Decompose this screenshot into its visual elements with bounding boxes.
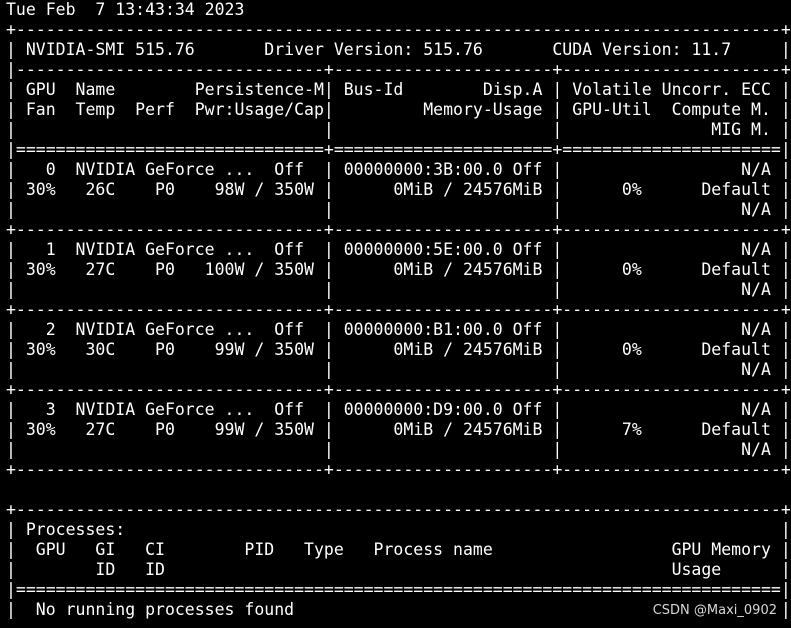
- gpu-1-row: | 1 NVIDIA GeForce ... Off | 00000000:5E…: [6, 240, 791, 259]
- gpu-2-row: | | | N/A |: [6, 360, 791, 379]
- terminal-text: Tue Feb 7 13:43:34 2023 +----------------…: [6, 0, 791, 620]
- header-separator: |===============================+=======…: [6, 140, 791, 159]
- timestamp-line: Tue Feb 7 13:43:34 2023: [6, 0, 245, 19]
- column-header-line: | | | MIG M. |: [6, 120, 791, 139]
- gpu-0-row: | 0 NVIDIA GeForce ... Off | 00000000:3B…: [6, 160, 791, 179]
- gpu-1-row: | 30% 27C P0 100W / 350W | 0MiB / 24576M…: [6, 260, 791, 279]
- table-separator: +-------------------------------+-------…: [6, 300, 791, 319]
- table-border: +---------------------------------------…: [6, 20, 791, 39]
- table-separator: +-------------------------------+-------…: [6, 220, 791, 239]
- gpu-3-row: | 30% 27C P0 99W / 350W | 0MiB / 24576Mi…: [6, 420, 791, 439]
- column-header-line: | GPU Name Persistence-M| Bus-Id Disp.A …: [6, 80, 791, 99]
- column-header-line: | Fan Temp Perf Pwr:Usage/Cap| Memory-Us…: [6, 100, 791, 119]
- processes-header: | GPU GI CI PID Type Process name GPU Me…: [6, 540, 791, 559]
- gpu-2-row: | 30% 30C P0 99W / 350W | 0MiB / 24576Mi…: [6, 340, 791, 359]
- gpu-3-row: | 3 NVIDIA GeForce ... Off | 00000000:D9…: [6, 400, 791, 419]
- watermark: CSDN @Maxi_0902: [652, 603, 777, 618]
- processes-separator: |=======================================…: [6, 580, 791, 599]
- gpu-0-row: | 30% 26C P0 98W / 350W | 0MiB / 24576Mi…: [6, 180, 791, 199]
- gpu-3-row: | | | N/A |: [6, 440, 791, 459]
- terminal-output: Tue Feb 7 13:43:34 2023 +----------------…: [6, 0, 791, 628]
- table-separator: |-------------------------------+-------…: [6, 60, 791, 79]
- table-border: +-------------------------------+-------…: [6, 460, 791, 479]
- processes-header: | ID ID Usage |: [6, 560, 791, 579]
- gpu-2-row: | 2 NVIDIA GeForce ... Off | 00000000:B1…: [6, 320, 791, 339]
- processes-border: +---------------------------------------…: [6, 500, 791, 519]
- gpu-1-row: | | | N/A |: [6, 280, 791, 299]
- gpu-0-row: | | | N/A |: [6, 200, 791, 219]
- version-line: | NVIDIA-SMI 515.76 Driver Version: 515.…: [6, 40, 791, 59]
- table-separator: +-------------------------------+-------…: [6, 380, 791, 399]
- processes-title: | Processes: |: [6, 520, 791, 539]
